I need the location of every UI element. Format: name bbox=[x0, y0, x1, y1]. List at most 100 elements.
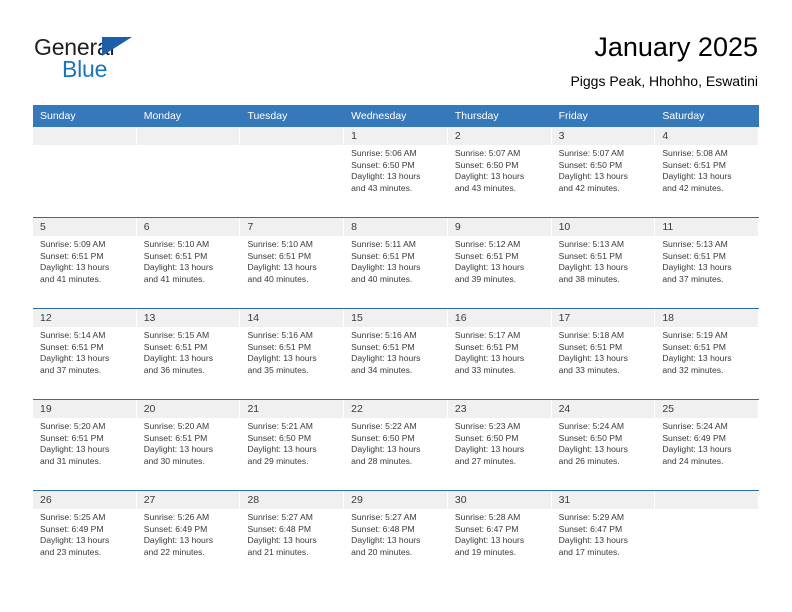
calendar-day-cell[interactable]: 30 Sunrise: 5:28 AM Sunset: 6:47 PM Dayligh… bbox=[447, 491, 552, 581]
calendar-day-cell[interactable]: 12 Sunrise: 5:14 AM Sunset: 6:51 PM Dayligh… bbox=[33, 309, 137, 399]
calendar-week-row: 1 Sunrise: 5:06 AM Sunset: 6:50 PM Daylight… bbox=[33, 127, 760, 217]
sunrise-text: Sunrise: 5:07 AM bbox=[454, 148, 521, 158]
calendar-day-cell[interactable]: 19 Sunrise: 5:20 AM Sunset: 6:51 PM Dayligh… bbox=[33, 400, 137, 490]
calendar-day-cell[interactable]: 8 Sunrise: 5:11 AM Sunset: 6:51 PM Daylight… bbox=[344, 218, 448, 308]
day-number: 16 bbox=[454, 312, 467, 324]
day-number-band: 1 bbox=[344, 127, 448, 145]
calendar-day-cell-empty bbox=[33, 127, 137, 217]
day-number: 25 bbox=[662, 403, 674, 415]
daylight-text-line1: Daylight: 13 hours bbox=[40, 353, 110, 364]
day-sun-info: Sunrise: 5:16 AM Sunset: 6:51 PM Daylight:… bbox=[344, 327, 448, 376]
daylight-text-line1: Daylight: 13 hours bbox=[662, 171, 732, 182]
calendar-day-cell[interactable]: 7 Sunrise: 5:10 AM Sunset: 6:51 PM Daylight… bbox=[240, 218, 345, 308]
sunrise-text: Sunrise: 5:18 AM bbox=[558, 330, 625, 340]
calendar-week-row: 5 Sunrise: 5:09 AM Sunset: 6:51 PM Daylight… bbox=[33, 217, 760, 308]
day-sun-info: Sunrise: 5:17 AM Sunset: 6:51 PM Daylight:… bbox=[448, 327, 552, 376]
calendar-day-cell[interactable]: 20 Sunrise: 5:20 AM Sunset: 6:51 PM Dayligh… bbox=[136, 400, 241, 490]
daylight-text-line1: Daylight: 13 hours bbox=[143, 353, 213, 364]
calendar-day-cell[interactable]: 13 Sunrise: 5:15 AM Sunset: 6:51 PM Dayligh… bbox=[136, 309, 241, 399]
calendar-day-cell[interactable]: 29 Sunrise: 5:27 AM Sunset: 6:48 PM Dayligh… bbox=[344, 491, 448, 581]
sunset-text: Sunset: 6:50 PM bbox=[558, 159, 623, 170]
sunrise-text: Sunrise: 5:16 AM bbox=[247, 330, 313, 340]
day-number: 31 bbox=[558, 494, 571, 506]
sunset-text: Sunset: 6:49 PM bbox=[662, 432, 726, 443]
daylight-text-line1: Daylight: 13 hours bbox=[351, 444, 421, 455]
sunset-text: Sunset: 6:51 PM bbox=[351, 341, 415, 352]
calendar-day-cell[interactable]: 10 Sunrise: 5:13 AM Sunset: 6:51 PM Dayligh… bbox=[551, 218, 656, 308]
sunset-text: Sunset: 6:50 PM bbox=[247, 432, 311, 443]
day-number: 8 bbox=[351, 221, 357, 233]
daylight-text-line1: Daylight: 13 hours bbox=[558, 353, 628, 364]
calendar-day-cell[interactable]: 4 Sunrise: 5:08 AM Sunset: 6:51 PM Daylight… bbox=[655, 127, 760, 217]
logo-text-blue: Blue bbox=[62, 56, 108, 82]
daylight-text-line2: and 41 minutes. bbox=[143, 273, 205, 284]
day-sun-info: Sunrise: 5:08 AM Sunset: 6:51 PM Daylight:… bbox=[655, 145, 759, 194]
day-number-band: 27 bbox=[136, 491, 241, 509]
sunrise-text: Sunrise: 5:10 AM bbox=[143, 239, 210, 249]
calendar-day-cell[interactable]: 15 Sunrise: 5:16 AM Sunset: 6:51 PM Dayligh… bbox=[344, 309, 448, 399]
calendar-day-cell[interactable]: 11 Sunrise: 5:13 AM Sunset: 6:51 PM Dayligh… bbox=[655, 218, 760, 308]
day-sun-info: Sunrise: 5:12 AM Sunset: 6:51 PM Daylight:… bbox=[448, 236, 552, 285]
daylight-text-line2: and 23 minutes. bbox=[40, 546, 102, 557]
general-blue-logo[interactable]: General Blue bbox=[34, 34, 174, 90]
day-number-band: 10 bbox=[551, 218, 656, 236]
calendar-day-cell[interactable]: 17 Sunrise: 5:18 AM Sunset: 6:51 PM Dayligh… bbox=[551, 309, 656, 399]
calendar-day-cell[interactable]: 6 Sunrise: 5:10 AM Sunset: 6:51 PM Daylight… bbox=[136, 218, 241, 308]
sunrise-text: Sunrise: 5:12 AM bbox=[454, 239, 521, 249]
day-sun-info: Sunrise: 5:29 AM Sunset: 6:47 PM Daylight:… bbox=[552, 509, 656, 558]
day-number: 22 bbox=[351, 403, 363, 415]
sunset-text: Sunset: 6:51 PM bbox=[558, 250, 623, 261]
day-sun-info: Sunrise: 5:27 AM Sunset: 6:48 PM Daylight:… bbox=[240, 509, 344, 558]
sunset-text: Sunset: 6:47 PM bbox=[454, 523, 519, 534]
sunset-text: Sunset: 6:48 PM bbox=[247, 523, 311, 534]
calendar-day-cell[interactable]: 2 Sunrise: 5:07 AM Sunset: 6:50 PM Daylight… bbox=[447, 127, 552, 217]
day-number-band: 6 bbox=[136, 218, 241, 236]
sunrise-text: Sunrise: 5:27 AM bbox=[351, 512, 417, 522]
day-number: 2 bbox=[454, 130, 461, 142]
sunset-text: Sunset: 6:47 PM bbox=[558, 523, 623, 534]
calendar-day-cell[interactable]: 3 Sunrise: 5:07 AM Sunset: 6:50 PM Daylight… bbox=[551, 127, 656, 217]
sunset-text: Sunset: 6:51 PM bbox=[247, 341, 311, 352]
calendar-day-cell[interactable]: 31 Sunrise: 5:29 AM Sunset: 6:47 PM Dayligh… bbox=[551, 491, 656, 581]
day-number: 6 bbox=[143, 221, 150, 233]
calendar-day-cell[interactable]: 1 Sunrise: 5:06 AM Sunset: 6:50 PM Daylight… bbox=[344, 127, 448, 217]
daylight-text-line2: and 43 minutes. bbox=[454, 182, 517, 193]
day-number-band: 11 bbox=[655, 218, 760, 236]
sunset-text: Sunset: 6:51 PM bbox=[40, 250, 104, 261]
calendar-day-cell[interactable]: 21 Sunrise: 5:21 AM Sunset: 6:50 PM Dayligh… bbox=[240, 400, 345, 490]
calendar-day-cell[interactable]: 28 Sunrise: 5:27 AM Sunset: 6:48 PM Dayligh… bbox=[240, 491, 345, 581]
calendar-day-cell[interactable]: 9 Sunrise: 5:12 AM Sunset: 6:51 PM Daylight… bbox=[447, 218, 552, 308]
calendar-day-cell[interactable]: 14 Sunrise: 5:16 AM Sunset: 6:51 PM Dayligh… bbox=[240, 309, 345, 399]
daylight-text-line2: and 20 minutes. bbox=[351, 546, 413, 557]
calendar-day-cell[interactable]: 18 Sunrise: 5:19 AM Sunset: 6:51 PM Dayligh… bbox=[655, 309, 760, 399]
sunset-text: Sunset: 6:48 PM bbox=[351, 523, 415, 534]
day-number: 4 bbox=[662, 130, 669, 142]
day-number-band: 9 bbox=[447, 218, 552, 236]
day-number-band: 18 bbox=[655, 309, 760, 327]
sunset-text: Sunset: 6:50 PM bbox=[351, 159, 415, 170]
day-number: 27 bbox=[143, 494, 156, 506]
day-number-band: 3 bbox=[551, 127, 656, 145]
daylight-text-line2: and 29 minutes. bbox=[247, 455, 309, 466]
day-number-band: 7 bbox=[240, 218, 345, 236]
calendar-day-cell[interactable]: 26 Sunrise: 5:25 AM Sunset: 6:49 PM Dayligh… bbox=[33, 491, 137, 581]
day-number: 12 bbox=[40, 312, 52, 324]
sunrise-text: Sunrise: 5:20 AM bbox=[40, 421, 106, 431]
sunrise-text: Sunrise: 5:24 AM bbox=[662, 421, 728, 431]
calendar-day-cell[interactable]: 24 Sunrise: 5:24 AM Sunset: 6:50 PM Dayligh… bbox=[551, 400, 656, 490]
day-sun-info: Sunrise: 5:24 AM Sunset: 6:50 PM Daylight:… bbox=[552, 418, 656, 467]
day-number-band bbox=[655, 491, 760, 509]
calendar-day-cell[interactable]: 25 Sunrise: 5:24 AM Sunset: 6:49 PM Dayligh… bbox=[655, 400, 760, 490]
calendar-day-cell[interactable]: 27 Sunrise: 5:26 AM Sunset: 6:49 PM Dayligh… bbox=[136, 491, 241, 581]
daylight-text-line1: Daylight: 13 hours bbox=[143, 535, 213, 546]
sunset-text: Sunset: 6:51 PM bbox=[662, 250, 726, 261]
calendar-day-cell[interactable]: 5 Sunrise: 5:09 AM Sunset: 6:51 PM Daylight… bbox=[33, 218, 137, 308]
sunrise-text: Sunrise: 5:28 AM bbox=[454, 512, 521, 522]
title-block: January 2025 Piggs Peak, Hhohho, Eswatin… bbox=[570, 30, 758, 92]
sunrise-text: Sunrise: 5:17 AM bbox=[454, 330, 521, 340]
calendar-day-cell[interactable]: 23 Sunrise: 5:23 AM Sunset: 6:50 PM Dayligh… bbox=[447, 400, 552, 490]
calendar-day-cell[interactable]: 22 Sunrise: 5:22 AM Sunset: 6:50 PM Dayligh… bbox=[344, 400, 448, 490]
daylight-text-line1: Daylight: 13 hours bbox=[558, 535, 628, 546]
calendar-day-cell[interactable]: 16 Sunrise: 5:17 AM Sunset: 6:51 PM Dayligh… bbox=[447, 309, 552, 399]
day-sun-info: Sunrise: 5:06 AM Sunset: 6:50 PM Daylight:… bbox=[344, 145, 448, 194]
